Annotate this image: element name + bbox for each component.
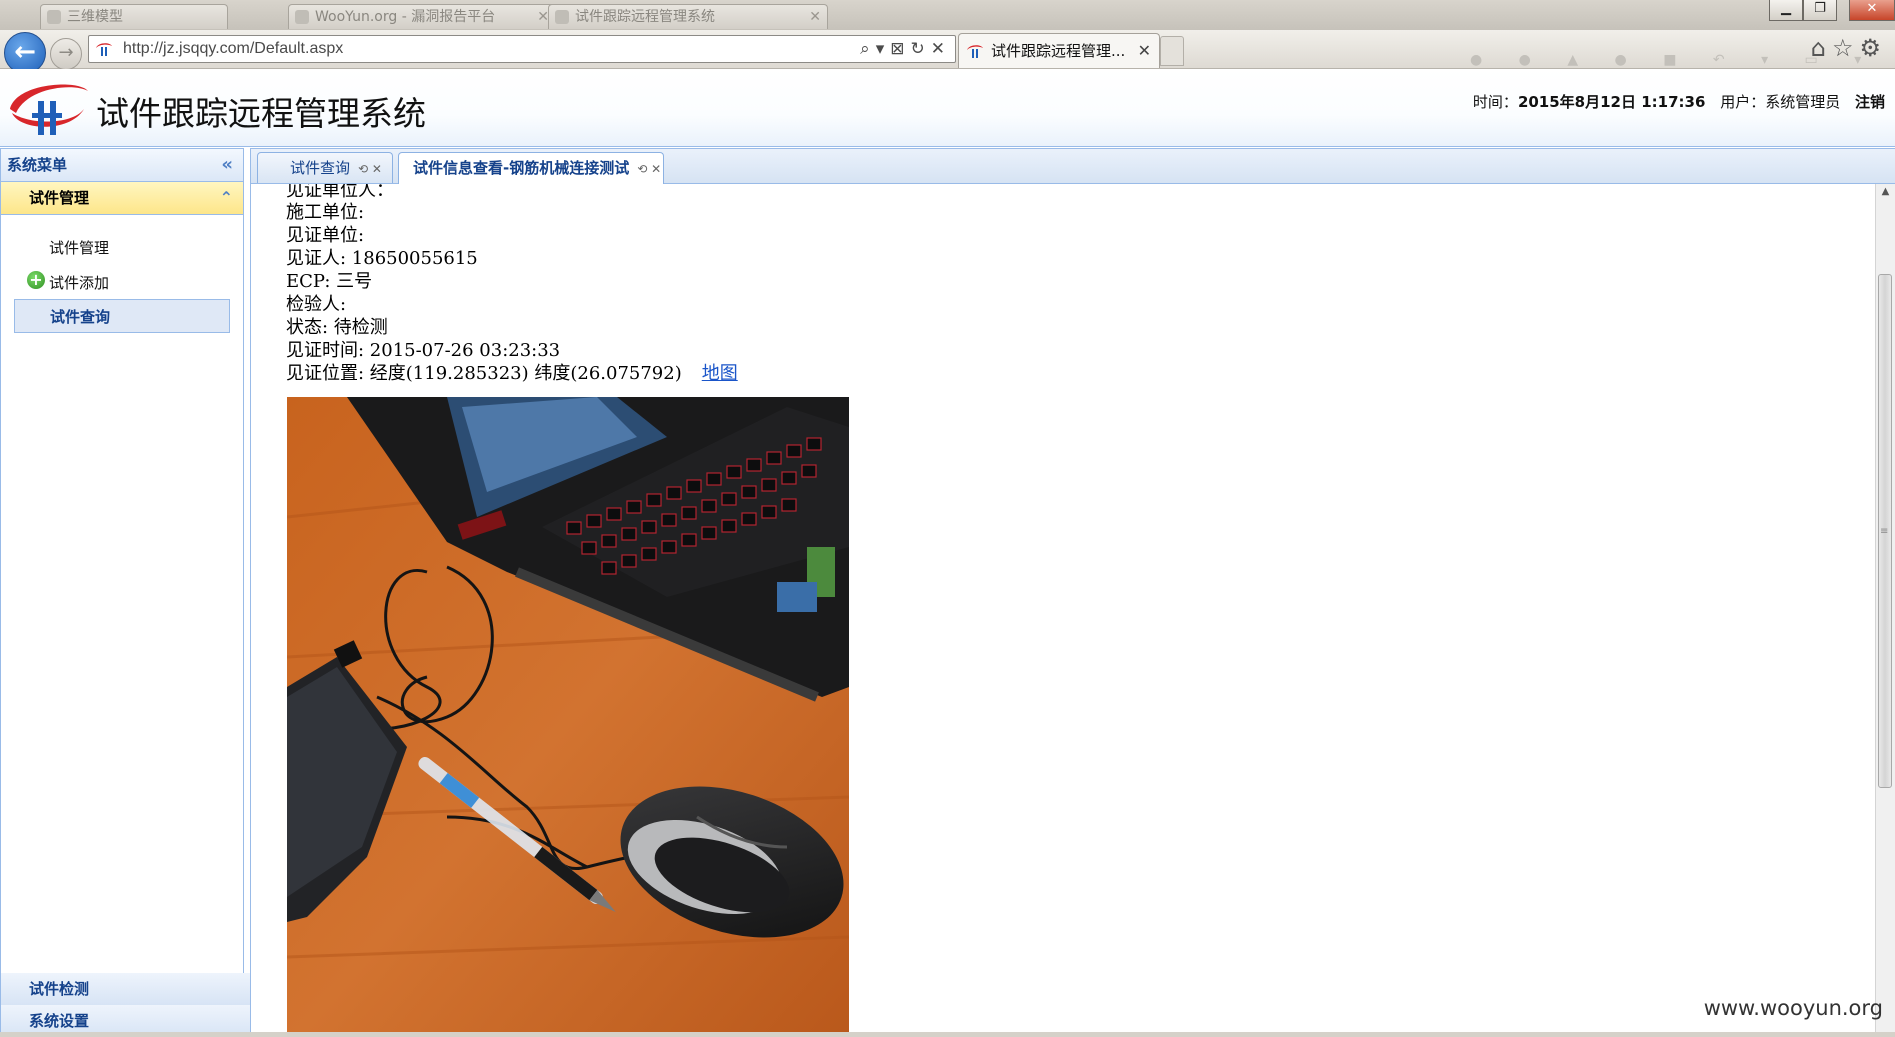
app-title: 试件跟踪远程管理系统 bbox=[96, 94, 426, 133]
browser-tab-label: 试件跟踪远程管理... bbox=[991, 42, 1126, 60]
browser-status-bar bbox=[0, 1032, 1895, 1037]
command-bar-icons: ● ● ▲ ● ■ ↶ ▾ ▭ ▾ bbox=[1470, 52, 1878, 68]
tab-specimen-detail[interactable]: 试件信息查看-钢筋机械连接测试 ⟲ ✕ bbox=[398, 152, 664, 184]
page-icon bbox=[555, 10, 569, 24]
url-text[interactable]: http://jz.jsqqy.com/Default.aspx bbox=[123, 36, 343, 62]
sidebar-header: 系统菜单 « bbox=[1, 149, 243, 182]
browser-tab-label: WooYun.org - 漏洞报告平台 bbox=[315, 9, 496, 25]
menu-group-label: 试件管理 bbox=[29, 189, 90, 207]
browser-background-tab[interactable]: 试件跟踪远程管理系统 ✕ bbox=[548, 4, 828, 29]
witness-photo bbox=[287, 397, 849, 1032]
minimize-button[interactable]: ▁ bbox=[1769, 0, 1803, 21]
sidebar: 系统菜单 « 试件管理 ⌃ 试件管理 + 试件添加 试件查询 试件检测 ⌄ 系统… bbox=[0, 148, 271, 1037]
time-value: 2015年8月12日 1:17:36 bbox=[1517, 93, 1706, 111]
close-icon[interactable]: ✕ bbox=[1138, 34, 1151, 68]
map-link[interactable]: 地图 bbox=[702, 363, 738, 384]
menu-group-specimen-management[interactable]: 试件管理 ⌃ bbox=[1, 182, 243, 215]
header-info: 时间：2015年8月12日 1:17:36 用户：系统管理员 注销 bbox=[1473, 91, 1885, 112]
scroll-up-icon[interactable]: ▲ bbox=[1876, 186, 1895, 197]
sidebar-title: 系统菜单 bbox=[7, 156, 68, 174]
browser-active-tab[interactable]: 试件跟踪远程管理... ✕ bbox=[958, 33, 1160, 68]
site-logo-icon bbox=[967, 45, 983, 58]
browser-tab-label: 试件跟踪远程管理系统 bbox=[575, 9, 715, 25]
app-logo bbox=[10, 84, 88, 135]
tab-label: 试件信息查看-钢筋机械连接测试 bbox=[413, 159, 630, 177]
detail-witness-location: 见证位置: 经度(119.285323) 纬度(26.075792) 地图 bbox=[286, 359, 738, 385]
watermark-text: www.wooyun.org bbox=[1703, 996, 1883, 1020]
back-button[interactable]: ← bbox=[4, 32, 46, 74]
menu-group-label: 系统设置 bbox=[29, 1012, 90, 1030]
dropdown-icon[interactable]: ▾ bbox=[876, 39, 891, 59]
location-text: 见证位置: 经度(119.285323) 纬度(26.075792) bbox=[286, 363, 682, 384]
browser-tab-strip: 三维模型 WooYun.org - 漏洞报告平台 ✕ 试件跟踪远程管理系统 ✕ … bbox=[0, 0, 1895, 30]
page-icon bbox=[47, 10, 61, 24]
close-icon[interactable]: ✕ bbox=[809, 5, 821, 29]
browser-background-tab[interactable]: 三维模型 bbox=[40, 4, 228, 29]
close-icon[interactable]: ⟲ ✕ bbox=[637, 162, 661, 176]
browser-background-tab[interactable]: WooYun.org - 漏洞报告平台 ✕ bbox=[288, 4, 556, 29]
sidebar-item-specimen-query[interactable]: 试件查询 bbox=[14, 299, 230, 333]
sidebar-item-specimen-management[interactable]: 试件管理 bbox=[49, 237, 109, 258]
tab-label: 试件查询 bbox=[290, 159, 351, 177]
search-icon[interactable]: ⌕ bbox=[860, 39, 876, 59]
page-icon bbox=[295, 10, 309, 24]
refresh-icon[interactable]: ↻ bbox=[911, 39, 931, 59]
restore-button[interactable]: ❐ bbox=[1803, 0, 1837, 21]
menu-group-specimen-testing[interactable]: 试件检测 ⌄ bbox=[1, 973, 271, 1006]
specimen-detail-content: 见证单位人： 施工单位: 见证单位: 见证人: 18650055615 ECP:… bbox=[251, 184, 1876, 1032]
window-close-button[interactable]: ✕ bbox=[1849, 0, 1895, 21]
compat-view-icon[interactable]: ⊠ bbox=[890, 39, 910, 59]
site-logo-icon bbox=[96, 43, 112, 56]
browser-tab-label: 三维模型 bbox=[67, 9, 123, 25]
vertical-scrollbar[interactable]: ▲ ≡ bbox=[1875, 184, 1895, 1032]
address-bar[interactable]: http://jz.jsqqy.com/Default.aspx ⌕▾⊠↻✕ bbox=[88, 35, 956, 63]
scroll-grip-icon: ≡ bbox=[1880, 526, 1889, 537]
collapse-left-icon[interactable]: « bbox=[221, 149, 233, 181]
logout-link[interactable]: 注销 bbox=[1855, 93, 1885, 111]
add-icon: + bbox=[27, 271, 45, 289]
sidebar-item-specimen-add[interactable]: 试件添加 bbox=[49, 272, 109, 293]
menu-group-label: 试件检测 bbox=[29, 980, 90, 998]
main-panel: 试件查询 ⟲ ✕ 试件信息查看-钢筋机械连接测试 ⟲ ✕ 见证单位人： 施工单位: … bbox=[250, 148, 1895, 1032]
new-tab-button[interactable] bbox=[1160, 36, 1184, 66]
user-label: 用户：系统管理员 bbox=[1720, 93, 1841, 111]
time-label: 时间： bbox=[1472, 93, 1518, 111]
forward-button[interactable]: → bbox=[50, 38, 82, 70]
tab-specimen-query[interactable]: 试件查询 ⟲ ✕ bbox=[257, 152, 393, 183]
close-icon[interactable]: ⟲ ✕ bbox=[358, 162, 382, 176]
stop-icon[interactable]: ✕ bbox=[931, 39, 951, 59]
tab-bar: 试件查询 ⟲ ✕ 试件信息查看-钢筋机械连接测试 ⟲ ✕ bbox=[251, 149, 1895, 184]
collapse-up-icon[interactable]: ⌃ bbox=[220, 182, 233, 214]
app-header: 试件跟踪远程管理系统 时间：2015年8月12日 1:17:36 用户：系统管理… bbox=[0, 69, 1895, 147]
